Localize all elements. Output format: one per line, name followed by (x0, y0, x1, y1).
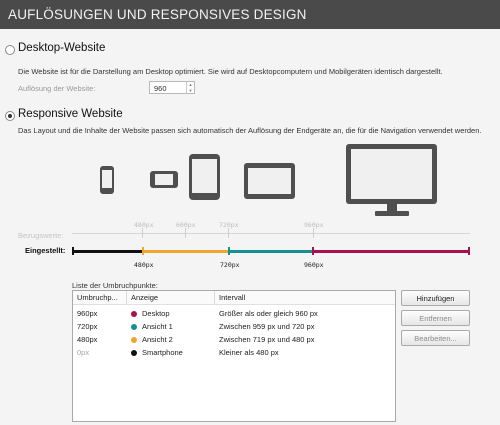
responsive-website-description: Das Layout und die Inhalte der Website p… (18, 126, 482, 135)
set-tick-label: 480px (134, 261, 154, 269)
color-dot (131, 336, 137, 343)
remove-breakpoint-button[interactable]: Entfernen (401, 310, 470, 326)
resolution-input[interactable]: 960 ▲ ▼ (149, 81, 195, 94)
reference-tick-label: 600px (176, 221, 196, 229)
breakpoint-list-label: Liste der Umbruchpunkte: (72, 281, 158, 290)
reference-scale-label: Bezugswerte: (18, 231, 64, 240)
column-header-breakpoint[interactable]: Umbruchp... (73, 291, 127, 305)
set-tick-label: 960px (304, 261, 324, 269)
breakpoint-handle-480[interactable] (142, 247, 144, 255)
color-dot (131, 323, 137, 330)
display-name: Ansicht 1 (142, 322, 173, 331)
scale-segment-ansicht-2 (143, 250, 229, 253)
reference-tick (142, 228, 143, 238)
scale-segment-smartphone (72, 250, 143, 253)
tablet-portrait-icon (189, 154, 220, 200)
tablet-landscape-icon (150, 171, 178, 188)
edit-breakpoint-button[interactable]: Bearbeiten... (401, 330, 470, 346)
responsive-website-label[interactable]: Responsive Website (18, 108, 123, 120)
display-cell: Ansicht 1 (131, 322, 173, 331)
breakpoint-value: 960px (77, 309, 98, 318)
color-dot (131, 310, 137, 317)
display-name: Ansicht 2 (142, 335, 173, 344)
responsive-website-radio[interactable] (5, 111, 15, 121)
reference-tick (185, 228, 186, 238)
smartphone-icon (100, 166, 114, 194)
resolution-label: Auflösung der Website: (18, 84, 96, 93)
small-laptop-icon (244, 163, 295, 199)
breakpoint-row-720[interactable]: 720px Ansicht 1 Zwischen 959 px und 720 … (73, 321, 395, 333)
display-name: Smartphone (142, 348, 183, 357)
add-breakpoint-button[interactable]: Hinzufügen (401, 290, 470, 306)
reference-tick-label: 720px (219, 221, 239, 229)
desktop-monitor-icon (346, 144, 437, 220)
page-title: AUFLÖSUNGEN UND RESPONSIVES DESIGN (8, 7, 307, 22)
column-header-display[interactable]: Anzeige (127, 291, 215, 305)
interval-text: Kleiner als 480 px (219, 348, 279, 357)
display-name: Desktop (142, 309, 170, 318)
breakpoint-handle-720[interactable] (228, 247, 230, 255)
resolution-spinner[interactable]: ▲ ▼ (186, 82, 194, 93)
display-cell: Desktop (131, 309, 170, 318)
set-tick-label: 720px (220, 261, 240, 269)
display-cell: Ansicht 2 (131, 335, 173, 344)
interval-text: Größer als oder gleich 960 px (219, 309, 318, 318)
breakpoint-value: 480px (77, 335, 98, 344)
scale-end-marker (468, 247, 470, 255)
column-header-interval[interactable]: Intervall (215, 291, 395, 305)
scale-segment-ansicht-1 (229, 250, 313, 253)
set-scale-label: Eingestellt: (25, 246, 66, 255)
desktop-website-radio[interactable] (5, 45, 15, 55)
breakpoint-list[interactable]: Umbruchp... Anzeige Intervall 960px Desk… (72, 290, 396, 422)
interval-text: Zwischen 719 px und 480 px (219, 335, 315, 344)
reference-tick-label: 960px (304, 221, 324, 229)
scale-start-marker (72, 247, 74, 255)
reference-scale-line (72, 233, 470, 234)
reference-tick (313, 228, 314, 238)
breakpoint-value: 720px (77, 322, 98, 331)
resolution-value: 960 (154, 84, 167, 93)
reference-tick (228, 228, 229, 238)
display-cell: Smartphone (131, 348, 183, 357)
breakpoint-handle-960[interactable] (312, 247, 314, 255)
breakpoint-row-480[interactable]: 480px Ansicht 2 Zwischen 719 px und 480 … (73, 334, 395, 346)
interval-text: Zwischen 959 px und 720 px (219, 322, 315, 331)
desktop-website-label[interactable]: Desktop-Website (18, 42, 105, 54)
color-dot (131, 349, 137, 356)
page-header: AUFLÖSUNGEN UND RESPONSIVES DESIGN (0, 0, 500, 29)
breakpoint-row-960[interactable]: 960px Desktop Größer als oder gleich 960… (73, 308, 395, 320)
breakpoint-row-0[interactable]: 0px Smartphone Kleiner als 480 px (73, 347, 395, 359)
desktop-website-description: Die Website ist für die Darstellung am D… (18, 67, 443, 76)
reference-tick-label: 480px (134, 221, 154, 229)
scale-segment-desktop (313, 250, 470, 253)
breakpoint-value: 0px (77, 348, 90, 357)
